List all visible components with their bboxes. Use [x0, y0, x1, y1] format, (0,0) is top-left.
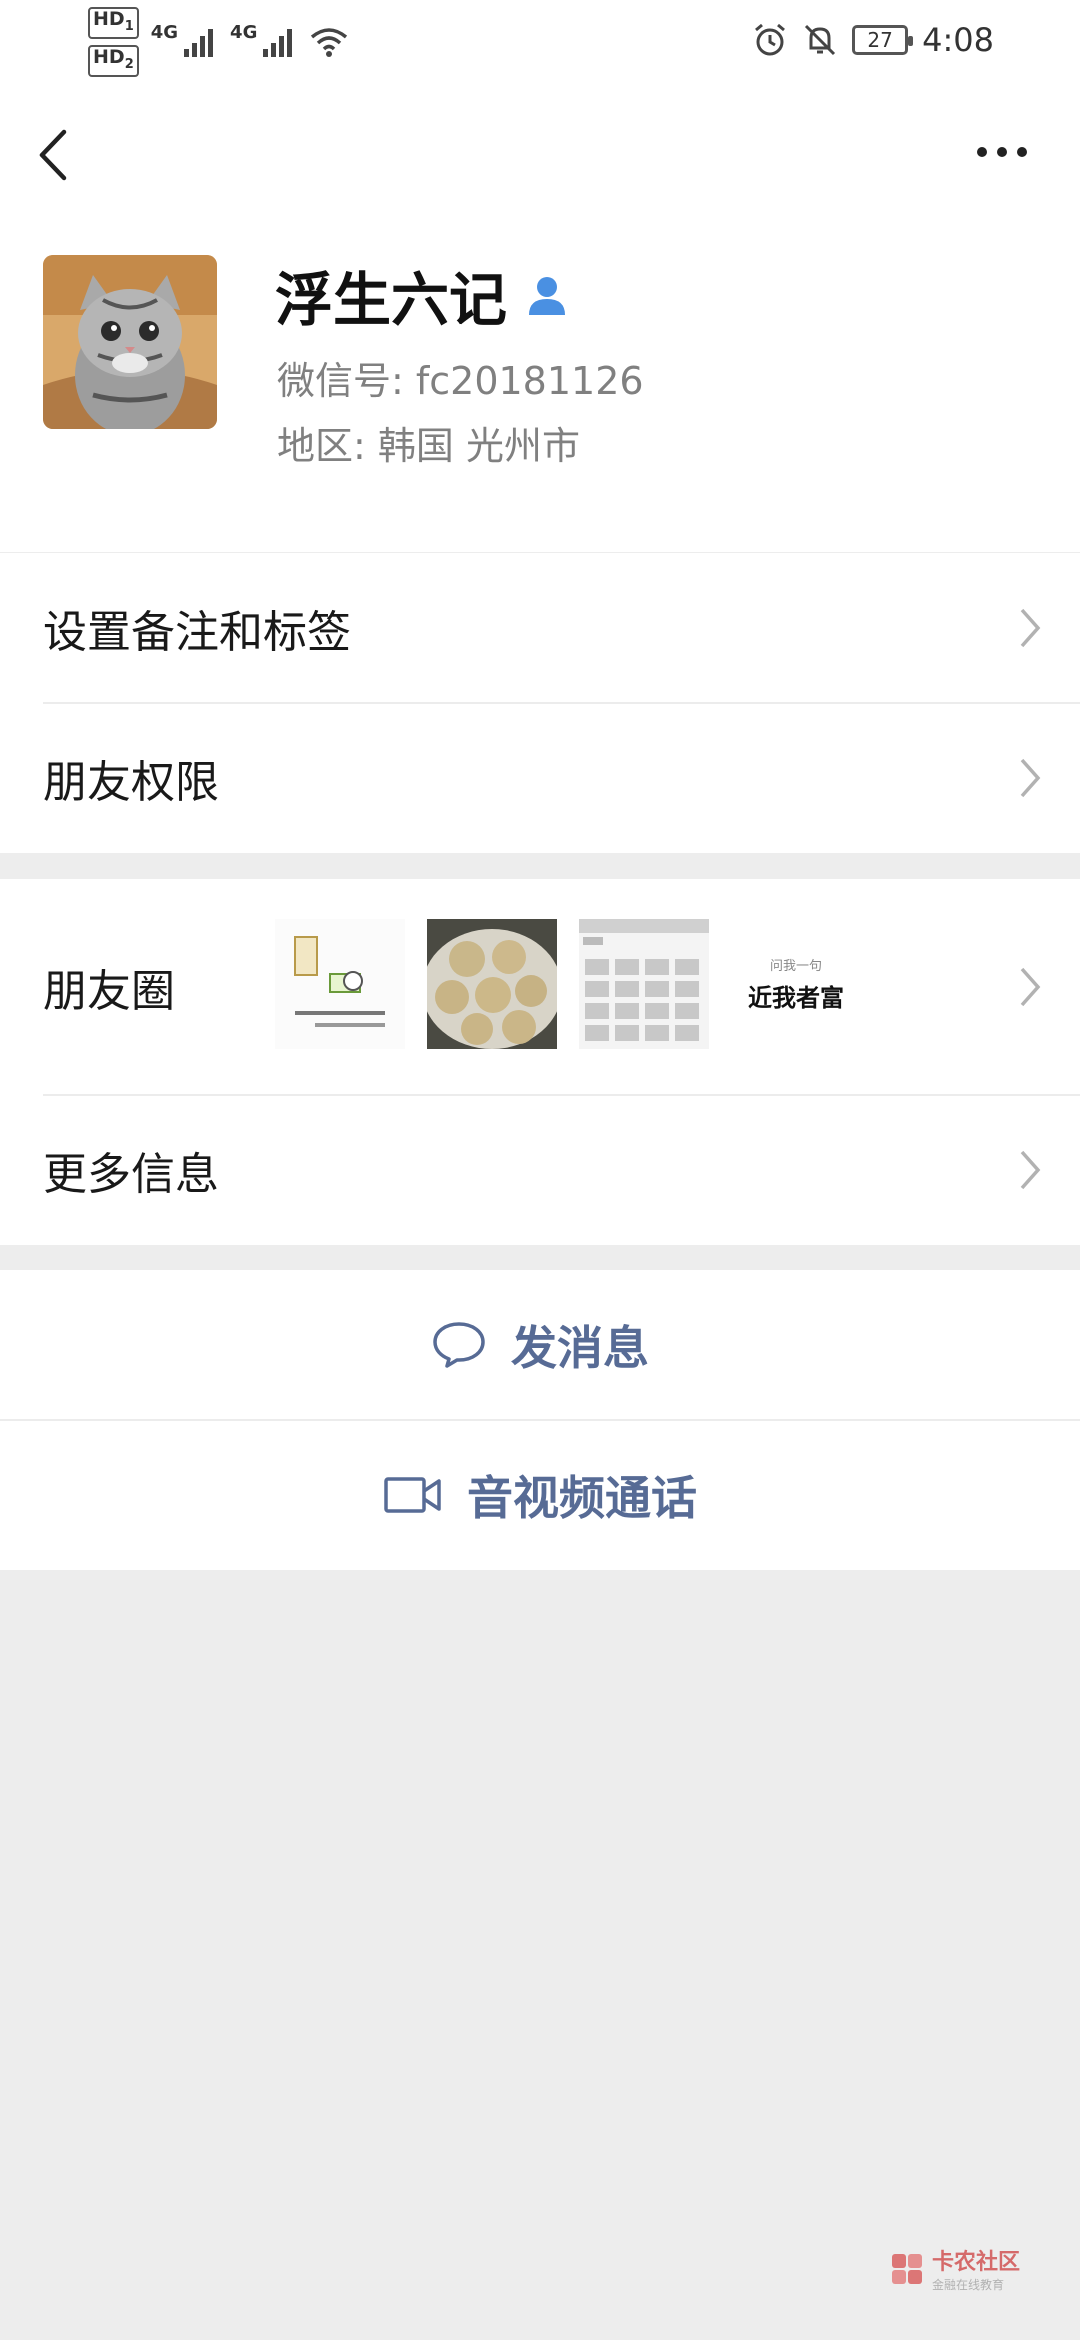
watermark-subtitle: 金融在线教育 — [931, 2278, 1004, 2292]
actions-group: 发消息 音视频通话 — [0, 1270, 1080, 1570]
moments-row[interactable]: 朋友圈 问我一句 近我者富 — [0, 879, 1080, 1095]
remarks-tags-label: 设置备注和标签 — [43, 607, 351, 658]
hd1-badge: HD1 — [88, 7, 139, 39]
settings-group: 设置备注和标签 朋友权限 — [0, 553, 1080, 853]
status-bar-left: HD1 HD2 4G 4G — [88, 7, 349, 77]
kanong-logo-icon — [891, 2253, 922, 2284]
hd-indicators: HD1 HD2 — [88, 7, 139, 77]
battery-icon: 27 — [852, 25, 914, 55]
network-type-1: 4G — [150, 22, 179, 43]
video-call-button[interactable]: 音视频通话 — [0, 1420, 1080, 1570]
chevron-right-icon — [1020, 1150, 1041, 1190]
moment-thumb — [427, 919, 557, 1049]
mute-bell-icon — [805, 24, 836, 56]
name-row: 浮生六记 — [275, 255, 571, 335]
status-bar-right: 27 4:08 — [752, 18, 994, 62]
profile-header: 浮生六记 微信号: fc20181126 地区: 韩国 光州市 — [0, 80, 1080, 552]
signal-icon — [184, 29, 214, 57]
contact-name: 浮生六记 — [275, 266, 508, 334]
avatar[interactable] — [43, 255, 217, 429]
moment-thumb: 问我一句 近我者富 — [731, 919, 861, 1049]
back-arrow-icon[interactable] — [34, 120, 74, 190]
video-call-label: 音视频通话 — [467, 1471, 697, 1525]
remarks-tags-row[interactable]: 设置备注和标签 — [0, 553, 1080, 703]
more-info-label: 更多信息 — [43, 1149, 219, 1200]
thumb-small-text: 问我一句 — [769, 959, 822, 974]
video-camera-icon — [384, 1477, 441, 1513]
moment-thumb — [579, 919, 709, 1049]
chevron-right-icon — [1020, 758, 1041, 798]
moment-thumb — [275, 919, 405, 1049]
watermark: 卡农社区 金融在线教育 — [890, 2244, 1020, 2293]
more-info-row[interactable]: 更多信息 — [0, 1095, 1080, 1245]
wechat-id: 微信号: fc20181126 — [277, 359, 644, 403]
send-message-label: 发消息 — [511, 1321, 649, 1375]
chevron-right-icon — [1020, 967, 1041, 1007]
send-message-button[interactable]: 发消息 — [0, 1270, 1080, 1420]
moments-group: 朋友圈 问我一句 近我者富 更多信息 — [0, 879, 1080, 1245]
network-type-2: 4G — [230, 22, 258, 43]
watermark-title: 卡农社区 — [931, 2250, 1020, 2275]
more-options-icon[interactable] — [972, 132, 1032, 172]
clock: 4:08 — [922, 21, 994, 59]
friend-permissions-label: 朋友权限 — [43, 757, 219, 808]
signal-icon — [263, 29, 293, 57]
cat-avatar-image — [43, 255, 217, 429]
friend-permissions-row[interactable]: 朋友权限 — [0, 703, 1080, 853]
moments-label: 朋友圈 — [43, 966, 175, 1017]
user-icon — [529, 277, 566, 315]
hd2-badge: HD2 — [88, 45, 139, 77]
chat-bubble-icon — [433, 1322, 485, 1368]
chevron-right-icon — [1020, 608, 1041, 648]
region: 地区: 韩国 光州市 — [277, 424, 580, 468]
moments-thumbnails: 问我一句 近我者富 — [275, 919, 861, 1049]
wifi-icon — [311, 28, 348, 57]
status-bar: HD1 HD2 4G 4G 27 4:08 — [0, 0, 1080, 80]
thumb-big-text: 近我者富 — [748, 984, 844, 1012]
alarm-icon — [755, 23, 786, 56]
